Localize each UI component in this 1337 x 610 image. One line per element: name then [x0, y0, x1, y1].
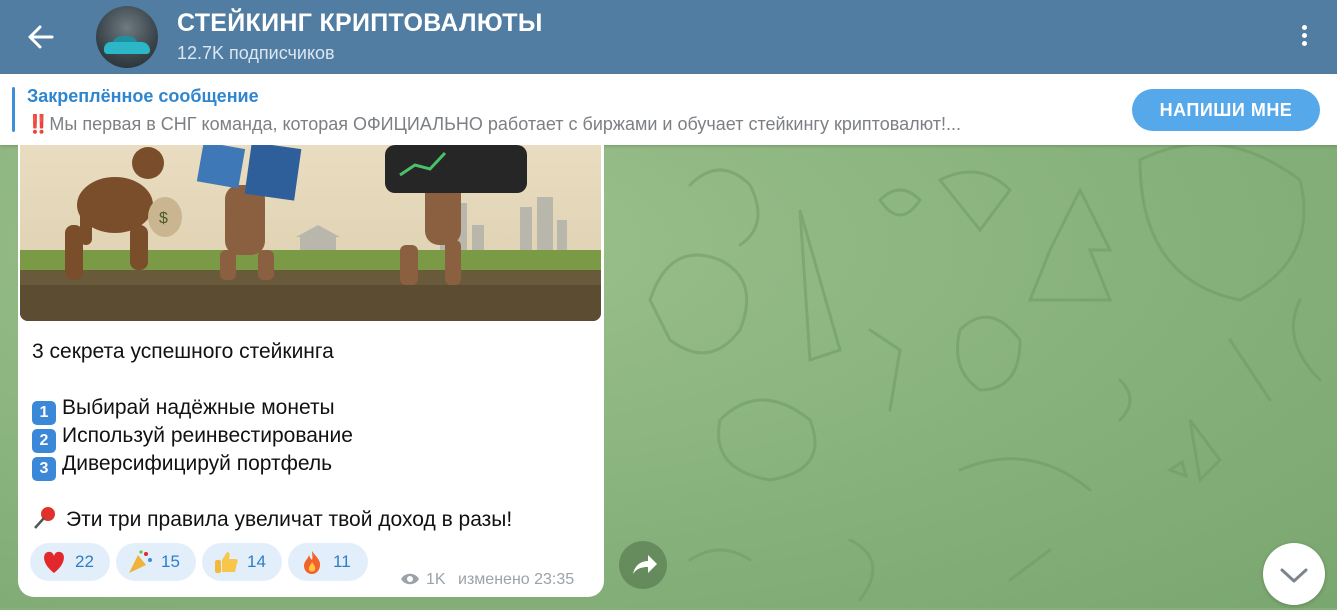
more-options-icon[interactable]: [1292, 22, 1316, 52]
reaction-thumbs-up[interactable]: 14: [202, 543, 282, 581]
message-body: 3 секрета успешного стейкинга 1 Выбирай н…: [32, 338, 592, 534]
pushpin-icon: [32, 506, 58, 530]
pinned-indicator: [12, 87, 15, 132]
list-item: 3 Диверсифицируй портфель: [32, 450, 592, 481]
pinned-message-bar[interactable]: Закреплённое сообщение ‼️Мы первая в СНГ…: [0, 74, 1337, 145]
keycap-three-icon: 3: [32, 457, 56, 481]
svg-text:$: $: [159, 210, 168, 227]
back-arrow-icon[interactable]: [22, 19, 62, 55]
chevron-down-icon: [1280, 568, 1308, 583]
subscriber-count: 12.7K подписчиков: [177, 43, 335, 63]
message-photo[interactable]: $: [20, 145, 601, 321]
reaction-heart[interactable]: 22: [30, 543, 110, 581]
reaction-party[interactable]: 15: [116, 543, 196, 581]
message-footer-line: Эти три правила увеличат твой доход в ра…: [32, 506, 592, 534]
write-me-button[interactable]: НАПИШИ МНЕ: [1132, 89, 1320, 131]
thumbs-up-icon: [212, 549, 240, 575]
list-item: 2 Используй реинвестирование: [32, 422, 592, 453]
scroll-down-button[interactable]: [1263, 543, 1325, 605]
share-arrow-icon: [633, 555, 657, 574]
message-meta: 1K изменено 23:35: [400, 571, 574, 589]
fire-icon: [298, 549, 326, 575]
edited-time: изменено 23:35: [458, 571, 575, 588]
heart-icon: [40, 549, 68, 575]
double-exclamation-icon: ‼️: [27, 114, 50, 134]
view-count: 1K: [426, 571, 446, 588]
pinned-text: ‼️Мы первая в СНГ команда, которая ОФИЦИ…: [27, 114, 961, 134]
message-heading: 3 секрета успешного стейкинга: [32, 340, 334, 363]
channel-avatar[interactable]: [96, 6, 158, 68]
party-popper-icon: [126, 549, 154, 575]
chat-header: СТЕЙКИНГ КРИПТОВАЛЮТЫ 12.7K подписчиков: [0, 0, 1337, 74]
channel-title[interactable]: СТЕЙКИНГ КРИПТОВАЛЮТЫ: [177, 9, 543, 38]
eye-icon: [400, 572, 420, 586]
pinned-title: Закреплённое сообщение: [27, 86, 259, 106]
share-button[interactable]: [619, 541, 667, 589]
list-item: 1 Выбирай надёжные монеты: [32, 394, 592, 425]
reaction-fire[interactable]: 11: [288, 543, 368, 581]
message-bubble: $ 3 секрета успешного стейкинга 1 Выбирай…: [18, 145, 604, 597]
